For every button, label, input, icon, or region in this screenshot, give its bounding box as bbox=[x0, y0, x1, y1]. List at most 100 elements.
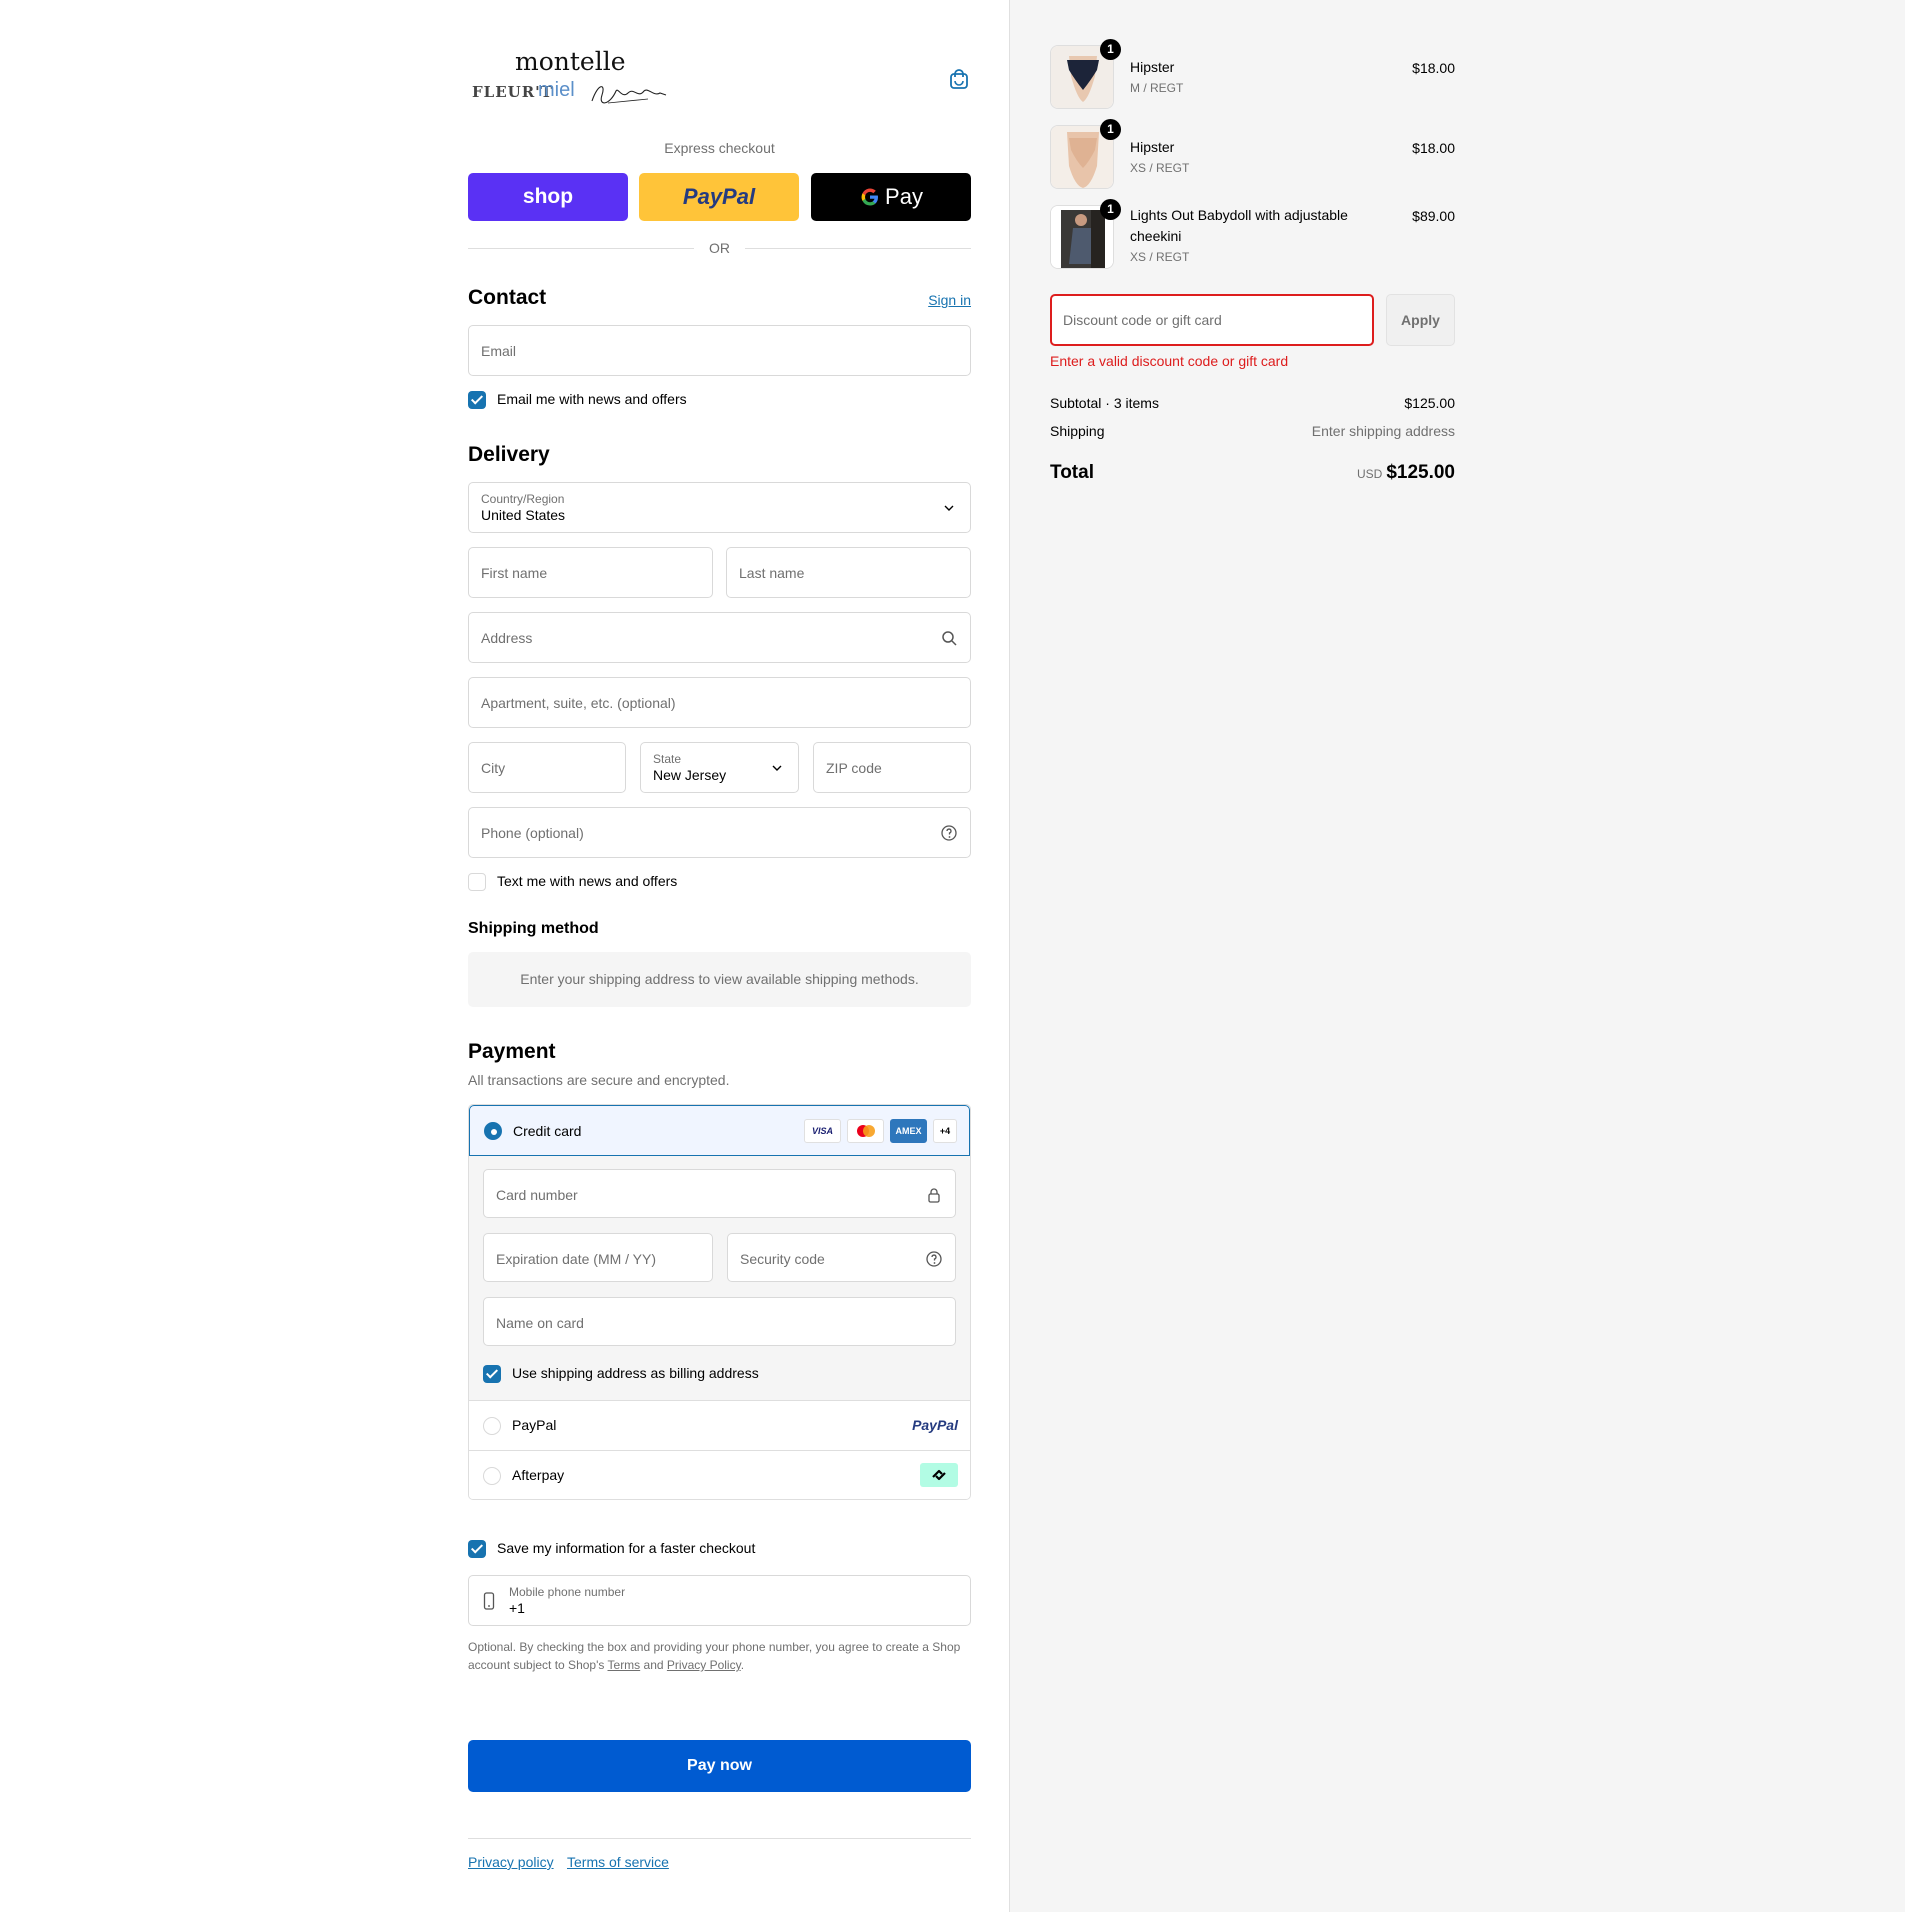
afterpay-option[interactable]: Afterpay bbox=[469, 1450, 970, 1499]
quantity-badge: 1 bbox=[1100, 119, 1121, 140]
discount-error: Enter a valid discount code or gift card bbox=[1050, 353, 1289, 369]
name-on-card-field[interactable]: Name on card bbox=[483, 1297, 956, 1346]
credit-card-form: Card number Expiration date (MM / YY) Se… bbox=[469, 1156, 970, 1400]
paypal-option-label: PayPal bbox=[512, 1417, 557, 1433]
visa-icon: VISA bbox=[804, 1119, 841, 1143]
card-brands: VISA AMEX +4 bbox=[804, 1119, 957, 1143]
afterpay-radio[interactable] bbox=[483, 1467, 501, 1485]
card-number-placeholder: Card number bbox=[496, 1187, 578, 1203]
text-news-checkbox[interactable] bbox=[468, 873, 486, 891]
subtotal-value: $125.00 bbox=[1404, 395, 1455, 411]
card-number-field[interactable]: Card number bbox=[483, 1169, 956, 1218]
item-price: $18.00 bbox=[1412, 60, 1455, 76]
address-placeholder: Address bbox=[481, 630, 533, 646]
payment-subtitle: All transactions are secure and encrypte… bbox=[468, 1072, 730, 1088]
credit-card-radio[interactable] bbox=[484, 1122, 502, 1140]
shipping-method-message: Enter your shipping address to view avai… bbox=[468, 952, 971, 1007]
footer-divider bbox=[468, 1838, 971, 1839]
state-select[interactable]: State New Jersey bbox=[640, 742, 799, 793]
item-price: $18.00 bbox=[1412, 140, 1455, 156]
item-price: $89.00 bbox=[1412, 208, 1455, 224]
amex-icon: AMEX bbox=[890, 1119, 927, 1143]
google-pay-button[interactable]: Pay bbox=[811, 173, 971, 221]
save-info-checkbox[interactable] bbox=[468, 1540, 486, 1558]
phone-placeholder: Phone (optional) bbox=[481, 825, 584, 841]
search-icon bbox=[942, 631, 957, 646]
security-code-placeholder: Security code bbox=[740, 1251, 825, 1267]
email-field[interactable]: Email bbox=[468, 325, 971, 376]
zip-placeholder: ZIP code bbox=[826, 760, 882, 776]
shop-terms-link[interactable]: Terms bbox=[608, 1658, 641, 1672]
paypal-express-label: PayPal bbox=[682, 184, 756, 209]
item-name: Hipster bbox=[1130, 139, 1175, 155]
zip-field[interactable]: ZIP code bbox=[813, 742, 971, 793]
name-on-card-placeholder: Name on card bbox=[496, 1315, 584, 1331]
shop-pay-label: shop bbox=[522, 185, 574, 208]
phone-field[interactable]: Phone (optional) bbox=[468, 807, 971, 858]
order-summary-panel: 1 Hipster M / REGT $18.00 1 Hipster XS /… bbox=[1009, 0, 1905, 1912]
express-checkout-label: Express checkout bbox=[664, 140, 775, 156]
billing-same-checkbox[interactable] bbox=[483, 1365, 501, 1383]
pay-now-button[interactable]: Pay now bbox=[468, 1740, 971, 1792]
shop-pay-button[interactable]: shop bbox=[468, 173, 628, 221]
mobile-phone-value: +1 bbox=[509, 1600, 525, 1616]
state-label: State bbox=[653, 752, 682, 766]
security-code-field[interactable]: Security code bbox=[727, 1233, 956, 1282]
total-amount: USD $125.00 bbox=[1357, 462, 1455, 484]
last-name-field[interactable]: Last name bbox=[726, 547, 971, 598]
apply-discount-button[interactable]: Apply bbox=[1386, 294, 1455, 346]
cart-item: 1 Lights Out Babydoll with adjustable ch… bbox=[1050, 199, 1455, 273]
paypal-radio[interactable] bbox=[483, 1417, 501, 1435]
afterpay-logo-icon bbox=[920, 1463, 958, 1487]
apartment-placeholder: Apartment, suite, etc. (optional) bbox=[481, 695, 676, 711]
email-news-checkbox[interactable] bbox=[468, 391, 486, 409]
contact-heading: Contact bbox=[468, 286, 547, 309]
subtotal-label: Subtotal · 3 items bbox=[1050, 395, 1159, 411]
address-field[interactable]: Address bbox=[468, 612, 971, 663]
mastercard-icon bbox=[847, 1119, 884, 1143]
mobile-phone-field[interactable]: Mobile phone number +1 bbox=[468, 1575, 971, 1626]
text-news-label: Text me with news and offers bbox=[497, 873, 678, 889]
mobile-phone-icon bbox=[483, 1592, 495, 1610]
country-select[interactable]: Country/Region United States bbox=[468, 482, 971, 533]
paypal-option[interactable]: PayPal PayPal bbox=[469, 1400, 970, 1450]
apartment-field[interactable]: Apartment, suite, etc. (optional) bbox=[468, 677, 971, 728]
expiration-placeholder: Expiration date (MM / YY) bbox=[496, 1251, 657, 1267]
sign-in-link[interactable]: Sign in bbox=[928, 292, 971, 308]
item-variant: XS / REGT bbox=[1130, 161, 1190, 175]
help-icon[interactable] bbox=[925, 1250, 943, 1268]
payment-heading: Payment bbox=[468, 1040, 556, 1063]
shipping-row: Shipping Enter shipping address bbox=[1050, 423, 1455, 439]
shop-privacy-link[interactable]: Privacy Policy bbox=[667, 1658, 741, 1672]
afterpay-option-label: Afterpay bbox=[512, 1467, 565, 1483]
credit-card-option[interactable]: Credit card VISA AMEX +4 bbox=[469, 1105, 970, 1156]
paypal-express-button[interactable]: PayPal bbox=[639, 173, 799, 221]
quantity-badge: 1 bbox=[1100, 39, 1121, 60]
first-name-field[interactable]: First name bbox=[468, 547, 713, 598]
logo-miel: miel bbox=[538, 79, 575, 101]
shopping-bag-icon[interactable] bbox=[948, 68, 970, 90]
save-info-label: Save my information for a faster checkou… bbox=[497, 1540, 756, 1556]
cart-item: 1 Hipster M / REGT $18.00 bbox=[1050, 39, 1455, 109]
help-icon[interactable] bbox=[940, 824, 958, 842]
item-variant: XS / REGT bbox=[1130, 250, 1190, 264]
first-name-placeholder: First name bbox=[481, 565, 548, 581]
privacy-policy-link[interactable]: Privacy policy bbox=[468, 1854, 554, 1870]
or-text: OR bbox=[709, 240, 730, 256]
save-info-disclaimer: Optional. By checking the box and provid… bbox=[468, 1640, 961, 1672]
discount-code-input[interactable]: Discount code or gift card bbox=[1050, 294, 1374, 346]
city-field[interactable]: City bbox=[468, 742, 626, 793]
billing-same-label: Use shipping address as billing address bbox=[512, 1365, 759, 1381]
mobile-phone-label: Mobile phone number bbox=[509, 1585, 626, 1599]
logo-montelle: montelle bbox=[515, 47, 626, 76]
store-logo[interactable]: montelle FLEUR'T miel bbox=[472, 47, 672, 109]
total-value: $125.00 bbox=[1386, 462, 1455, 483]
expiration-field[interactable]: Expiration date (MM / YY) bbox=[483, 1233, 713, 1282]
logo-signature bbox=[588, 81, 668, 111]
state-value: New Jersey bbox=[653, 767, 727, 783]
shipping-label: Shipping bbox=[1050, 423, 1105, 439]
email-news-label: Email me with news and offers bbox=[497, 391, 687, 407]
paypal-logo: PayPal bbox=[912, 1417, 958, 1433]
terms-of-service-link[interactable]: Terms of service bbox=[567, 1854, 669, 1870]
checkout-form-panel: montelle FLEUR'T miel Express checkout s… bbox=[0, 0, 1009, 1912]
